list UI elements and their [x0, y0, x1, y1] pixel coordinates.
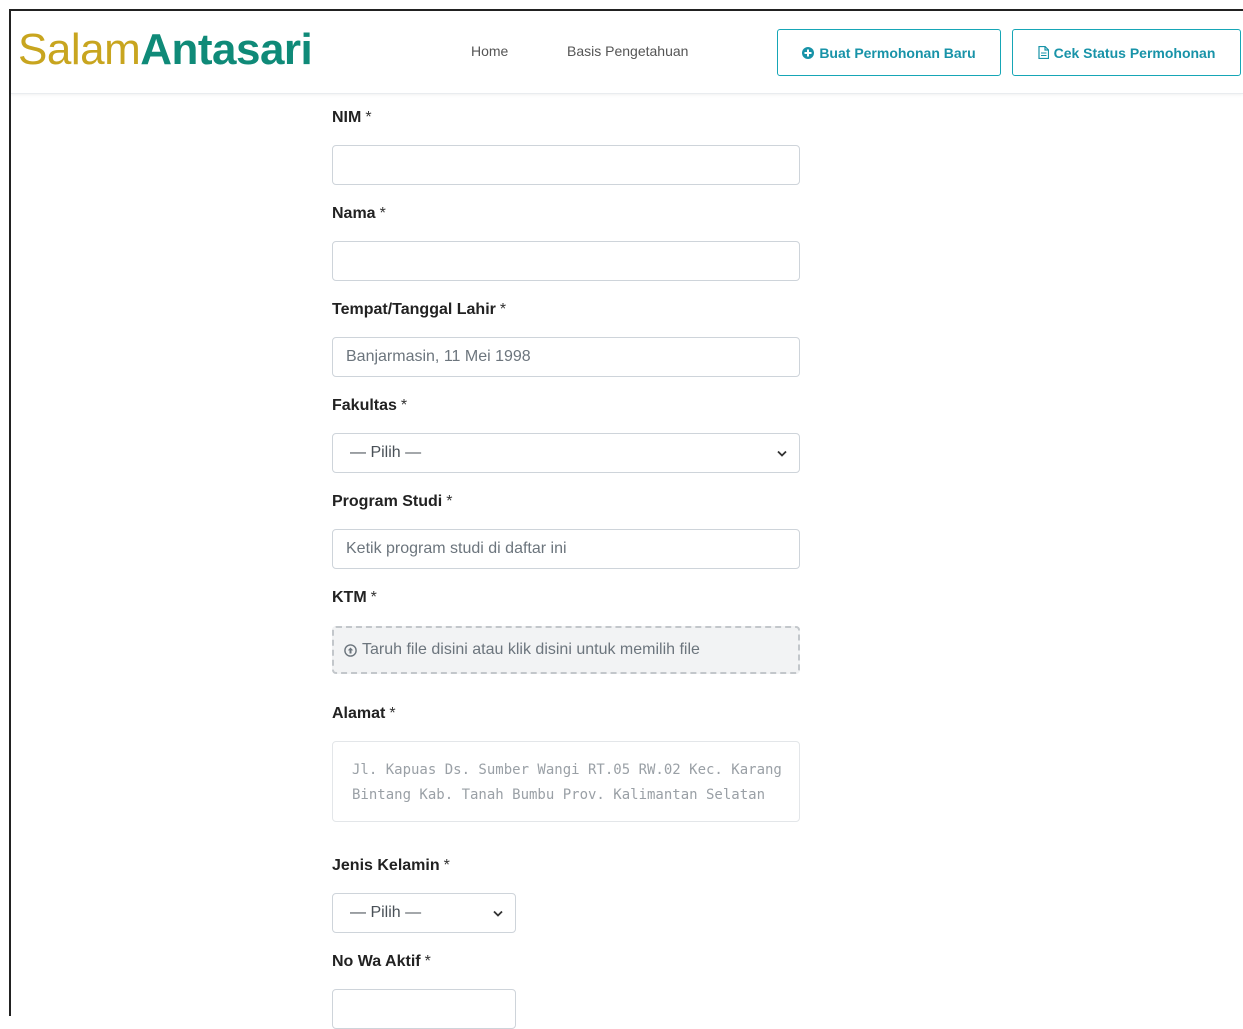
alamat-label-text: Alamat — [332, 705, 386, 722]
nama-required-mark: * — [379, 205, 386, 222]
nav-home-link[interactable]: Home — [471, 42, 508, 60]
check-status-button[interactable]: Cek Status Permohonan — [1012, 29, 1241, 76]
nama-label: Nama * — [332, 205, 386, 223]
prodi-label: Program Studi * — [332, 493, 452, 511]
new-request-button[interactable]: Buat Permohonan Baru — [777, 29, 1001, 76]
nim-required-mark: * — [365, 109, 372, 126]
nim-label-text: NIM — [332, 109, 362, 126]
check-status-label: Cek Status Permohonan — [1053, 44, 1216, 61]
ttl-label-text: Tempat/Tanggal Lahir — [332, 301, 496, 318]
top-navbar: SalamAntasari Home Basis Pengetahuan Bua… — [11, 11, 1243, 94]
jenis-kelamin-label: Jenis Kelamin * — [332, 857, 450, 875]
ktm-required-mark: * — [370, 589, 377, 606]
plus-circle-icon — [802, 46, 815, 59]
fakultas-label: Fakultas * — [332, 397, 407, 415]
ttl-input[interactable] — [332, 337, 800, 377]
ttl-required-mark: * — [499, 301, 507, 318]
alamat-required-mark: * — [389, 705, 396, 722]
no-wa-input[interactable] — [332, 989, 516, 1029]
fakultas-select[interactable]: — Pilih — — [332, 433, 800, 473]
ktm-label-text: KTM — [332, 589, 367, 606]
nama-input[interactable] — [332, 241, 800, 281]
dropzone-text: Taruh file disini atau klik disini untuk… — [362, 641, 700, 658]
chevron-down-icon — [777, 450, 787, 457]
no-wa-label-text: No Wa Aktif — [332, 953, 421, 970]
prodi-label-text: Program Studi — [332, 493, 443, 510]
nav-knowledge-base-link[interactable]: Basis Pengetahuan — [567, 42, 688, 60]
prodi-input[interactable] — [332, 529, 800, 569]
brand-logo-part2: Antasari — [140, 25, 313, 74]
upload-circle-icon — [344, 643, 357, 657]
brand-logo-part1: Salam — [18, 25, 141, 74]
document-icon — [1037, 46, 1049, 59]
page-frame: SalamAntasari Home Basis Pengetahuan Bua… — [9, 9, 1243, 1029]
brand-logo[interactable]: SalamAntasari — [18, 25, 313, 75]
ktm-label: KTM * — [332, 589, 377, 607]
no-wa-label: No Wa Aktif * — [332, 953, 431, 971]
prodi-required-mark: * — [446, 493, 453, 510]
nama-label-text: Nama — [332, 205, 376, 222]
fakultas-required-mark: * — [400, 397, 408, 414]
jenis-kelamin-required-mark: * — [443, 857, 450, 874]
fakultas-label-text: Fakultas — [332, 397, 397, 414]
ktm-file-dropzone[interactable]: Taruh file disini atau klik disini untuk… — [332, 626, 800, 674]
jenis-kelamin-selected-value: — Pilih — — [350, 904, 422, 921]
jenis-kelamin-select[interactable]: — Pilih — — [332, 893, 516, 933]
alamat-label: Alamat * — [332, 705, 396, 723]
new-request-label: Buat Permohonan Baru — [819, 44, 976, 61]
jenis-kelamin-label-text: Jenis Kelamin — [332, 857, 440, 874]
nim-label: NIM * — [332, 109, 372, 127]
ttl-label: Tempat/Tanggal Lahir * — [332, 301, 506, 319]
nim-input[interactable] — [332, 145, 800, 185]
chevron-down-icon — [493, 910, 503, 917]
alamat-textarea[interactable] — [332, 741, 800, 822]
fakultas-selected-value: — Pilih — — [350, 444, 422, 461]
no-wa-required-mark: * — [424, 953, 431, 970]
